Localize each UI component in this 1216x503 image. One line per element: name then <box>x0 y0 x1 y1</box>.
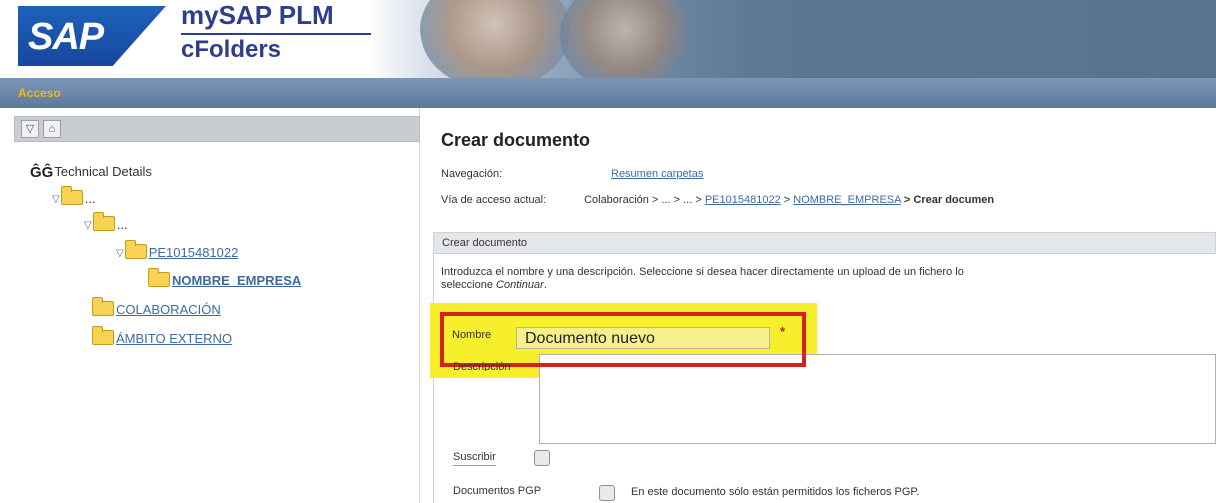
product-name: mySAP PLM <box>181 0 334 30</box>
folder-icon <box>124 240 147 259</box>
tree-root[interactable]: ĜĜTechnical Details <box>30 164 152 181</box>
folders-overview-link[interactable]: Resumen carpetas <box>611 168 703 180</box>
breadcrumb-label: Vía de acceso actual: <box>441 194 547 206</box>
name-input[interactable]: Documento nuevo <box>516 327 770 349</box>
breadcrumb-prefix: Colaboración > ... > ... > <box>584 194 702 206</box>
navigation-tree-panel: ▽ ⌂ ĜĜTechnical Details ▽... ▽... ▽ PE101… <box>0 108 420 503</box>
access-bar: Acceso <box>0 78 1216 108</box>
sap-logo: SAP <box>18 6 166 66</box>
product-divider <box>181 33 371 35</box>
tree-item-pe-link[interactable]: PE1015481022 <box>149 245 239 260</box>
expand-triangle-icon[interactable]: ▽ <box>84 220 92 231</box>
tree-item-colaboracion[interactable]: COLABORACIÓN <box>92 297 221 317</box>
tree-item-level2[interactable]: ▽... <box>84 212 128 232</box>
pgp-checkbox[interactable] <box>599 485 615 501</box>
page-title: Crear documento <box>441 130 591 150</box>
tree-root-label: Technical Details <box>54 164 152 179</box>
header-photo <box>400 0 730 78</box>
breadcrumb-current: > Crear documen <box>903 194 995 206</box>
subscribe-label: Suscribir <box>453 451 496 466</box>
tree-item-pe[interactable]: ▽ PE1015481022 <box>116 240 239 260</box>
breadcrumb-separator: > <box>783 194 791 206</box>
description-textarea[interactable] <box>539 354 1216 444</box>
tree-item-ambito[interactable]: ÁMBITO EXTERNO <box>92 326 232 346</box>
expand-triangle-icon[interactable]: ▽ <box>52 194 60 205</box>
navigation-label: Navegación: <box>441 168 503 180</box>
binoculars-icon: ĜĜ <box>30 164 54 181</box>
instructions-line-2: seleccione Continuar. <box>441 279 1216 292</box>
subscribe-checkbox[interactable] <box>534 450 550 466</box>
name-label: Nombre <box>452 329 492 341</box>
description-label: Descripción <box>453 361 511 371</box>
section-header: Crear documento <box>433 232 1216 254</box>
app-header: SAP mySAP PLM cFolders <box>0 0 1216 78</box>
collapse-icon[interactable]: ▽ <box>21 120 39 138</box>
folder-icon <box>92 326 114 345</box>
expand-triangle-icon[interactable]: ▽ <box>116 248 124 259</box>
instructions-line-1: Introduzca el nombre y una descripción. … <box>441 266 964 278</box>
folder-icon <box>92 212 115 231</box>
pgp-hint: En este documento sólo están permitidos … <box>631 486 920 498</box>
tree-item-level1[interactable]: ▽... <box>52 186 96 206</box>
instructions-text: Introduzca el nombre y una descripción. … <box>441 266 1216 292</box>
instructions-line-2-suffix: . <box>543 279 547 291</box>
tree-toolbar: ▽ ⌂ <box>14 116 420 142</box>
open-folder-icon <box>148 268 170 287</box>
folder-icon <box>92 297 114 316</box>
instructions-line-2-prefix: seleccione <box>441 279 497 291</box>
home-icon[interactable]: ⌂ <box>43 120 61 138</box>
navigation-row: Navegación: Resumen carpetas <box>441 168 703 180</box>
breadcrumb: Vía de acceso actual: Colaboración > ...… <box>441 194 994 206</box>
sap-logo-text: SAP <box>28 16 104 58</box>
header-photo-person-1 <box>420 0 570 78</box>
folder-icon <box>60 186 83 205</box>
product-subname: cFolders <box>181 36 282 63</box>
pgp-label: Documentos PGP <box>453 485 542 497</box>
tree-item-empresa[interactable]: NOMBRE_EMPRESA <box>148 268 301 288</box>
main-content: Crear documento Navegación: Resumen carpe… <box>421 108 1216 503</box>
header-photo-person-2 <box>560 0 690 78</box>
tree-item-level2-label: ... <box>116 217 128 232</box>
required-marker: * <box>780 324 786 339</box>
access-label[interactable]: Acceso <box>18 86 61 100</box>
breadcrumb-pe-link[interactable]: PE1015481022 <box>705 194 781 206</box>
tree-item-ambito-link[interactable]: ÁMBITO EXTERNO <box>116 331 232 346</box>
page: SAP mySAP PLM cFolders Acceso ▽ ⌂ ĜĜTech… <box>0 0 1216 503</box>
breadcrumb-empresa-link[interactable]: NOMBRE_EMPRESA <box>793 194 901 206</box>
continuar-reference: Continuar <box>496 279 544 291</box>
tree-item-level1-label: ... <box>84 191 96 206</box>
tree-item-colaboracion-link[interactable]: COLABORACIÓN <box>116 302 221 317</box>
tree-item-empresa-link[interactable]: NOMBRE_EMPRESA <box>172 273 301 288</box>
